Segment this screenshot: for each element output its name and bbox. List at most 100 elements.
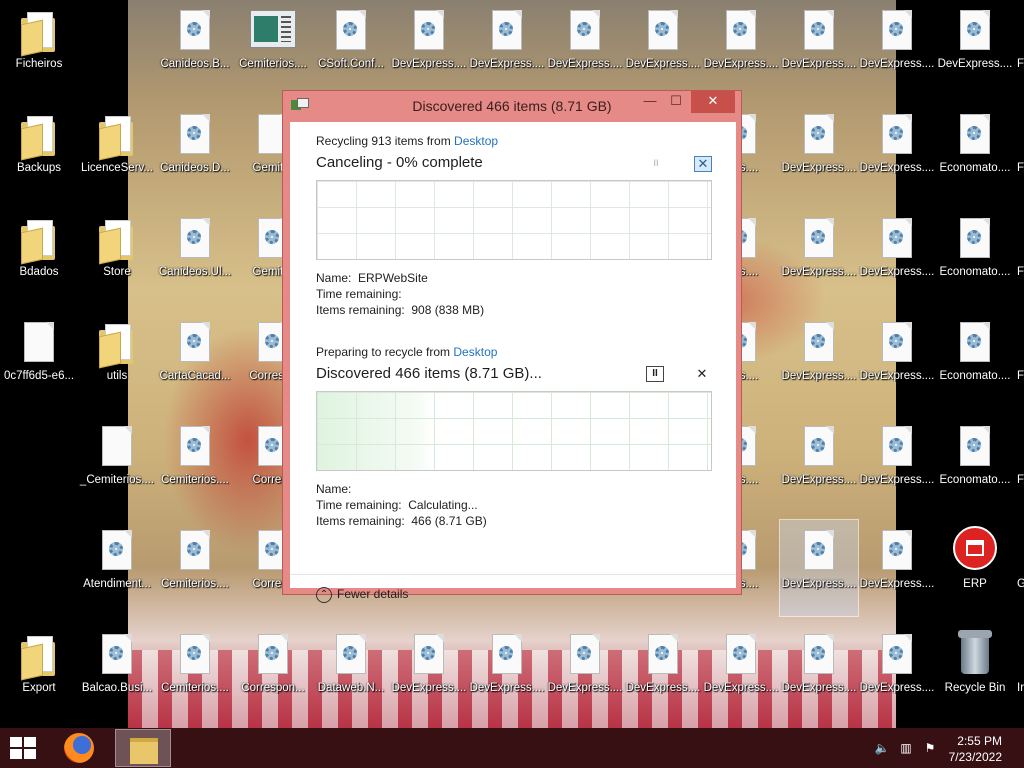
desktop-icon[interactable]: ERP	[936, 520, 1014, 616]
desktop-icon-label: Dataweb.N...	[317, 682, 385, 694]
desktop-icon[interactable]: DevExpress....	[390, 0, 468, 96]
op1-source-link[interactable]: Desktop	[454, 134, 498, 148]
desktop-icon[interactable]: Store	[78, 208, 156, 304]
desktop-icon[interactable]: DevExpress....	[779, 519, 859, 617]
minimize-button[interactable]: —	[637, 91, 663, 113]
desktop-icon[interactable]: Canideos.Ul...	[156, 208, 234, 304]
desktop-icon[interactable]: Economato....	[936, 416, 1014, 512]
desktop-icon[interactable]: Cemiterios....	[156, 416, 234, 512]
desktop-icon[interactable]: DevExpress....	[780, 104, 858, 200]
start-button[interactable]	[10, 737, 38, 759]
dialog-titlebar[interactable]: Discovered 466 items (8.71 GB) — ☐ ✕	[283, 91, 741, 121]
op2-source-link[interactable]: Desktop	[453, 345, 497, 359]
config-file-icon	[336, 634, 366, 674]
desktop-icon[interactable]: DevExpress....	[780, 208, 858, 304]
desktop-icon[interactable]: Economato....	[936, 312, 1014, 408]
config-file-icon	[414, 634, 444, 674]
close-button[interactable]: ✕	[691, 91, 735, 113]
desktop-icon[interactable]: DevExpress....	[702, 624, 780, 720]
desktop-icon[interactable]: DevExpress....	[780, 624, 858, 720]
fewer-details-toggle[interactable]: ⌃ Fewer details	[316, 587, 408, 603]
desktop-icon[interactable]: DevExpress....	[858, 520, 936, 616]
desktop-icon[interactable]: DevExpress....	[858, 624, 936, 720]
desktop-icon[interactable]: Economato....	[936, 208, 1014, 304]
desktop-icon[interactable]: CartaCacad...	[156, 312, 234, 408]
desktop-icon[interactable]: DevExpress....	[702, 0, 780, 96]
desktop-icon[interactable]: LicenceServ...	[78, 104, 156, 200]
desktop-icon[interactable]: DevExpress....	[390, 624, 468, 720]
folder-icon	[99, 116, 135, 161]
config-file-icon	[804, 634, 834, 674]
desktop-icon[interactable]: DevExpress....	[468, 624, 546, 720]
volume-icon[interactable]: 🔈	[874, 740, 890, 756]
config-file-icon	[960, 322, 990, 362]
desktop-icon[interactable]: DevExpress....	[858, 0, 936, 96]
desktop-icon[interactable]: Dataweb.N...	[312, 624, 390, 720]
desktop-icon-label: Bdados	[19, 266, 59, 278]
desktop-icon[interactable]: Correspon...	[234, 624, 312, 720]
firefox-icon[interactable]	[64, 733, 94, 763]
desktop-icon[interactable]: DevExpress....	[858, 416, 936, 512]
config-file-icon	[336, 10, 366, 50]
desktop-icon[interactable]: Export	[0, 624, 78, 720]
desktop-icon[interactable]: DevExpress....	[858, 104, 936, 200]
desktop-icon[interactable]: Ficheiros	[0, 0, 78, 96]
op2-cancel-button[interactable]: ✕	[694, 367, 710, 381]
desktop-icon[interactable]: Bdados	[0, 208, 78, 304]
config-file-icon	[804, 530, 834, 570]
desktop-icon[interactable]: Canideos.D...	[156, 104, 234, 200]
clock[interactable]: 2:55 PM 7/23/2022	[949, 733, 1002, 765]
desktop-icon[interactable]: Cemiterios....	[156, 624, 234, 720]
desktop-icon[interactable]: Cemiterios....	[234, 0, 312, 96]
op1-cancel-button[interactable]: ✕	[694, 156, 712, 172]
desktop-icon[interactable]: DevExpress....	[858, 208, 936, 304]
desktop-icon[interactable]: utils	[78, 312, 156, 408]
op1-name-label: Name:	[316, 271, 352, 285]
desktop-icon-label: Canideos.D...	[160, 162, 230, 174]
desktop-icon[interactable]: _Cemiterios....	[78, 416, 156, 512]
desktop-icon[interactable]: DevExpress....	[936, 0, 1014, 96]
desktop-icon[interactable]: DevExpress....	[468, 0, 546, 96]
desktop-icon[interactable]: Backups	[0, 104, 78, 200]
desktop-icon[interactable]: Recycle Bin	[936, 624, 1014, 720]
desktop-icon[interactable]: DevExpress....	[624, 0, 702, 96]
desktop-icon[interactable]: Atendiment...	[78, 520, 156, 616]
desktop-icon[interactable]: Cemiterios....	[156, 520, 234, 616]
desktop-icon[interactable]: 0c7ff6d5-e6...	[0, 312, 78, 408]
op1-details: Name: ERPWebSite Time remaining: Items r…	[316, 270, 484, 318]
config-file-icon	[960, 114, 990, 154]
config-file-icon	[960, 426, 990, 466]
desktop-icon[interactable]: DevExpress....	[780, 312, 858, 408]
desktop-icon[interactable]: DevExpress....	[624, 624, 702, 720]
desktop-icon-label-clipped: F	[1017, 474, 1024, 486]
desktop-icon-label-clipped: F	[1017, 58, 1024, 70]
desktop-icon-label: DevExpress....	[859, 474, 935, 486]
desktop-icon-label: DevExpress....	[781, 578, 857, 590]
desktop-icon[interactable]: DevExpress....	[858, 312, 936, 408]
config-file-icon	[804, 426, 834, 466]
op1-pause-button[interactable]: II	[648, 156, 664, 170]
config-file-icon	[180, 530, 210, 570]
desktop-icon[interactable]: Economato....	[936, 104, 1014, 200]
maximize-button[interactable]: ☐	[663, 91, 689, 113]
recycle-bin-icon	[958, 630, 992, 674]
op2-pause-button[interactable]: II	[646, 366, 664, 382]
desktop-icon[interactable]: DevExpress....	[546, 0, 624, 96]
desktop-icon-label: Cemiterios....	[161, 474, 229, 486]
desktop-icon-label: DevExpress....	[625, 58, 701, 70]
config-file-icon	[882, 426, 912, 466]
network-icon[interactable]: ▥	[898, 740, 914, 756]
config-file-icon	[882, 10, 912, 50]
desktop-icon[interactable]: DevExpress....	[780, 416, 858, 512]
desktop-icon[interactable]: DevExpress....	[546, 624, 624, 720]
desktop-icon-label: DevExpress....	[781, 474, 857, 486]
file-explorer-taskbar-button[interactable]	[115, 729, 171, 767]
desktop-icon[interactable]: Balcao.Busi...	[78, 624, 156, 720]
desktop-icon[interactable]: Canideos.B...	[156, 0, 234, 96]
config-file-icon	[882, 530, 912, 570]
desktop-icon[interactable]: CSoft.Conf...	[312, 0, 390, 96]
config-file-icon	[804, 218, 834, 258]
desktop-icon[interactable]: DevExpress....	[780, 0, 858, 96]
action-center-flag-icon[interactable]: ⚑	[922, 740, 938, 756]
config-file-icon	[882, 634, 912, 674]
